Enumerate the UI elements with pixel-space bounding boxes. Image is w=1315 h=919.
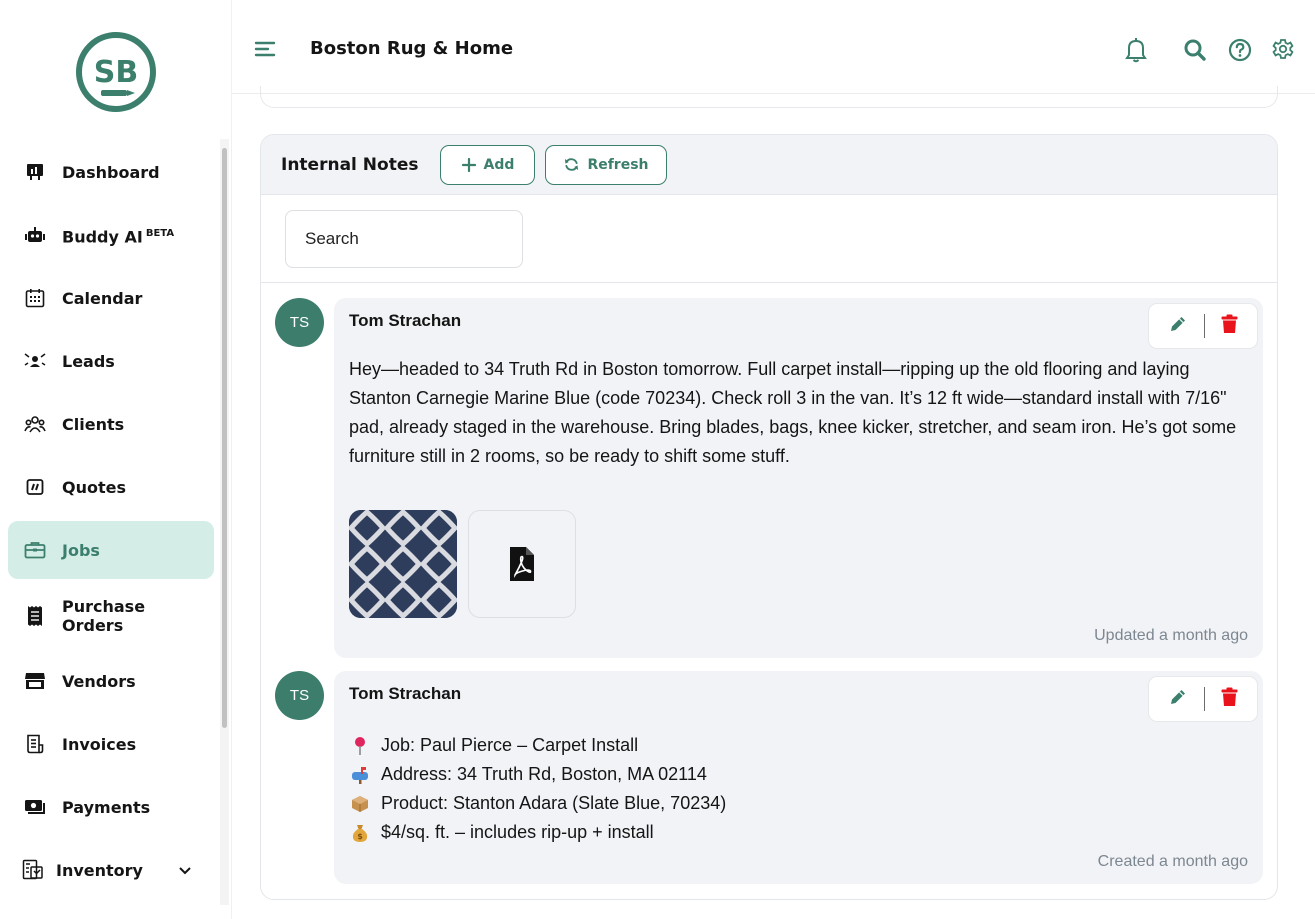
sidebar-nav: Dashboard Buddy AI BETA Calendar Leads Cl… <box>8 143 214 904</box>
pin-icon <box>349 736 371 756</box>
main-content: Internal Notes Add Refresh TS Tom Strach… <box>232 86 1315 919</box>
sidebar: SB Dashboard Buddy AI BETA Calendar Leads… <box>0 0 232 919</box>
add-label: Add <box>483 156 515 173</box>
sidebar-item-invoices[interactable]: Invoices <box>8 715 214 773</box>
internal-notes-card: Internal Notes Add Refresh TS Tom Strach… <box>260 134 1278 900</box>
note-actions <box>1148 303 1258 349</box>
help-icon[interactable] <box>1226 36 1254 64</box>
sidebar-item-label: Payments <box>62 797 151 817</box>
pencil-icon[interactable] <box>1168 687 1188 711</box>
sidebar-item-calendar[interactable]: Calendar <box>8 269 214 327</box>
chevron-down-icon[interactable] <box>178 861 192 880</box>
sidebar-item-inventory[interactable]: Inventory <box>8 841 214 899</box>
invoice-icon <box>22 733 48 755</box>
note-bubble: Tom Strachan Job: Paul Pierce – Carpet I… <box>334 671 1263 884</box>
clients-icon <box>22 413 48 435</box>
divider <box>1204 687 1205 711</box>
sidebar-item-label: Vendors <box>62 671 136 691</box>
plus-icon <box>461 157 476 172</box>
sidebar-scroll-thumb[interactable] <box>222 148 227 728</box>
sidebar-item-label: Clients <box>62 414 125 434</box>
previous-card-edge <box>260 86 1278 108</box>
list-text: $4/sq. ft. – includes rip-up + install <box>381 822 654 842</box>
logo-text: SB <box>94 55 138 90</box>
trash-icon[interactable] <box>1221 687 1238 711</box>
calendar-icon <box>22 287 48 309</box>
svg-text:$: $ <box>357 832 363 841</box>
receipt-icon <box>22 605 48 627</box>
refresh-icon <box>565 158 579 171</box>
note-actions <box>1148 676 1258 722</box>
beta-badge: BETA <box>145 227 175 239</box>
sidebar-item-label: Quotes <box>62 477 127 497</box>
list-item: Address: 34 Truth Rd, Boston, MA 02114 <box>349 760 1254 789</box>
sidebar-item-label: Inventory <box>56 860 143 880</box>
note-author: Tom Strachan <box>349 684 462 703</box>
quotes-icon <box>22 476 48 498</box>
briefcase-icon <box>22 539 48 561</box>
divider <box>1204 314 1205 338</box>
note-body: Hey—headed to 34 Truth Rd in Boston tomo… <box>349 359 1237 466</box>
note-author: Tom Strachan <box>349 311 462 330</box>
sidebar-item-label: Invoices <box>62 734 137 754</box>
sidebar-item-label: Leads <box>62 351 115 371</box>
dashboard-icon <box>22 161 48 183</box>
note-timestamp: Created a month ago <box>1097 853 1248 870</box>
list-text: Job: Paul Pierce – Carpet Install <box>381 735 639 755</box>
refresh-notes-button[interactable]: Refresh <box>545 144 668 185</box>
note-item: TS Tom Strachan Hey—headed to 34 Truth R… <box>275 298 1277 658</box>
sidebar-item-quotes[interactable]: Quotes <box>8 458 214 516</box>
search-icon[interactable] <box>1181 36 1209 64</box>
sidebar-item-payments[interactable]: Payments <box>8 778 214 836</box>
logo[interactable]: SB <box>75 32 157 112</box>
pdf-file-icon <box>510 547 534 581</box>
search-row <box>261 195 1277 283</box>
sidebar-item-clients[interactable]: Clients <box>8 395 214 453</box>
list-text: Address: 34 Truth Rd, Boston, MA 02114 <box>381 764 707 784</box>
avatar: TS <box>275 671 324 720</box>
refresh-label: Refresh <box>587 156 649 173</box>
notes-search-input[interactable] <box>285 210 523 268</box>
payments-icon <box>22 796 48 818</box>
sidebar-item-label: Purchase Orders <box>62 596 146 635</box>
list-item: Job: Paul Pierce – Carpet Install <box>349 731 1254 760</box>
sidebar-item-leads[interactable]: Leads <box>8 332 214 390</box>
list-item: $ $4/sq. ft. – includes rip-up + install <box>349 818 1254 847</box>
inventory-icon <box>20 859 46 881</box>
notes-header: Internal Notes Add Refresh <box>261 135 1277 195</box>
sidebar-item-purchase-orders[interactable]: Purchase Orders <box>8 584 214 647</box>
bell-icon[interactable] <box>1122 36 1150 64</box>
store-icon <box>22 670 48 692</box>
money-bag-icon: $ <box>349 823 371 843</box>
sidebar-item-label: Dashboard <box>62 162 160 182</box>
pencil-icon[interactable] <box>1168 314 1188 338</box>
robot-icon <box>22 224 48 246</box>
sidebar-item-label: Jobs <box>62 540 100 560</box>
sidebar-item-vendors[interactable]: Vendors <box>8 652 214 710</box>
pdf-attachment[interactable] <box>468 510 576 618</box>
sidebar-item-label: Buddy AI BETA <box>62 227 175 247</box>
list-text: Product: Stanton Adara (Slate Blue, 7023… <box>381 793 727 813</box>
carpet-sample-image[interactable] <box>349 510 457 618</box>
sidebar-item-label: Calendar <box>62 288 143 308</box>
sidebar-item-buddy-ai[interactable]: Buddy AI BETA <box>8 206 214 264</box>
trash-icon[interactable] <box>1221 314 1238 338</box>
sidebar-item-jobs[interactable]: Jobs <box>8 521 214 579</box>
package-icon <box>349 795 371 813</box>
list-item: Product: Stanton Adara (Slate Blue, 7023… <box>349 789 1254 818</box>
add-note-button[interactable]: Add <box>440 144 536 185</box>
top-header: Boston Rug & Home <box>232 0 1315 94</box>
note-item: TS Tom Strachan Job: Paul Pierce – Carpe… <box>275 671 1277 884</box>
gear-icon[interactable] <box>1269 36 1297 64</box>
note-timestamp: Updated a month ago <box>1094 627 1248 644</box>
leads-icon <box>22 350 48 372</box>
company-name: Boston Rug & Home <box>310 38 514 59</box>
mailbox-icon <box>349 766 371 784</box>
sidebar-item-dashboard[interactable]: Dashboard <box>8 143 214 201</box>
notes-title: Internal Notes <box>281 154 419 175</box>
note-bubble: Tom Strachan Hey—headed to 34 Truth Rd i… <box>334 298 1263 658</box>
avatar: TS <box>275 298 324 347</box>
note-body: Job: Paul Pierce – Carpet Install Addres… <box>349 731 1254 847</box>
menu-icon[interactable] <box>254 40 278 60</box>
